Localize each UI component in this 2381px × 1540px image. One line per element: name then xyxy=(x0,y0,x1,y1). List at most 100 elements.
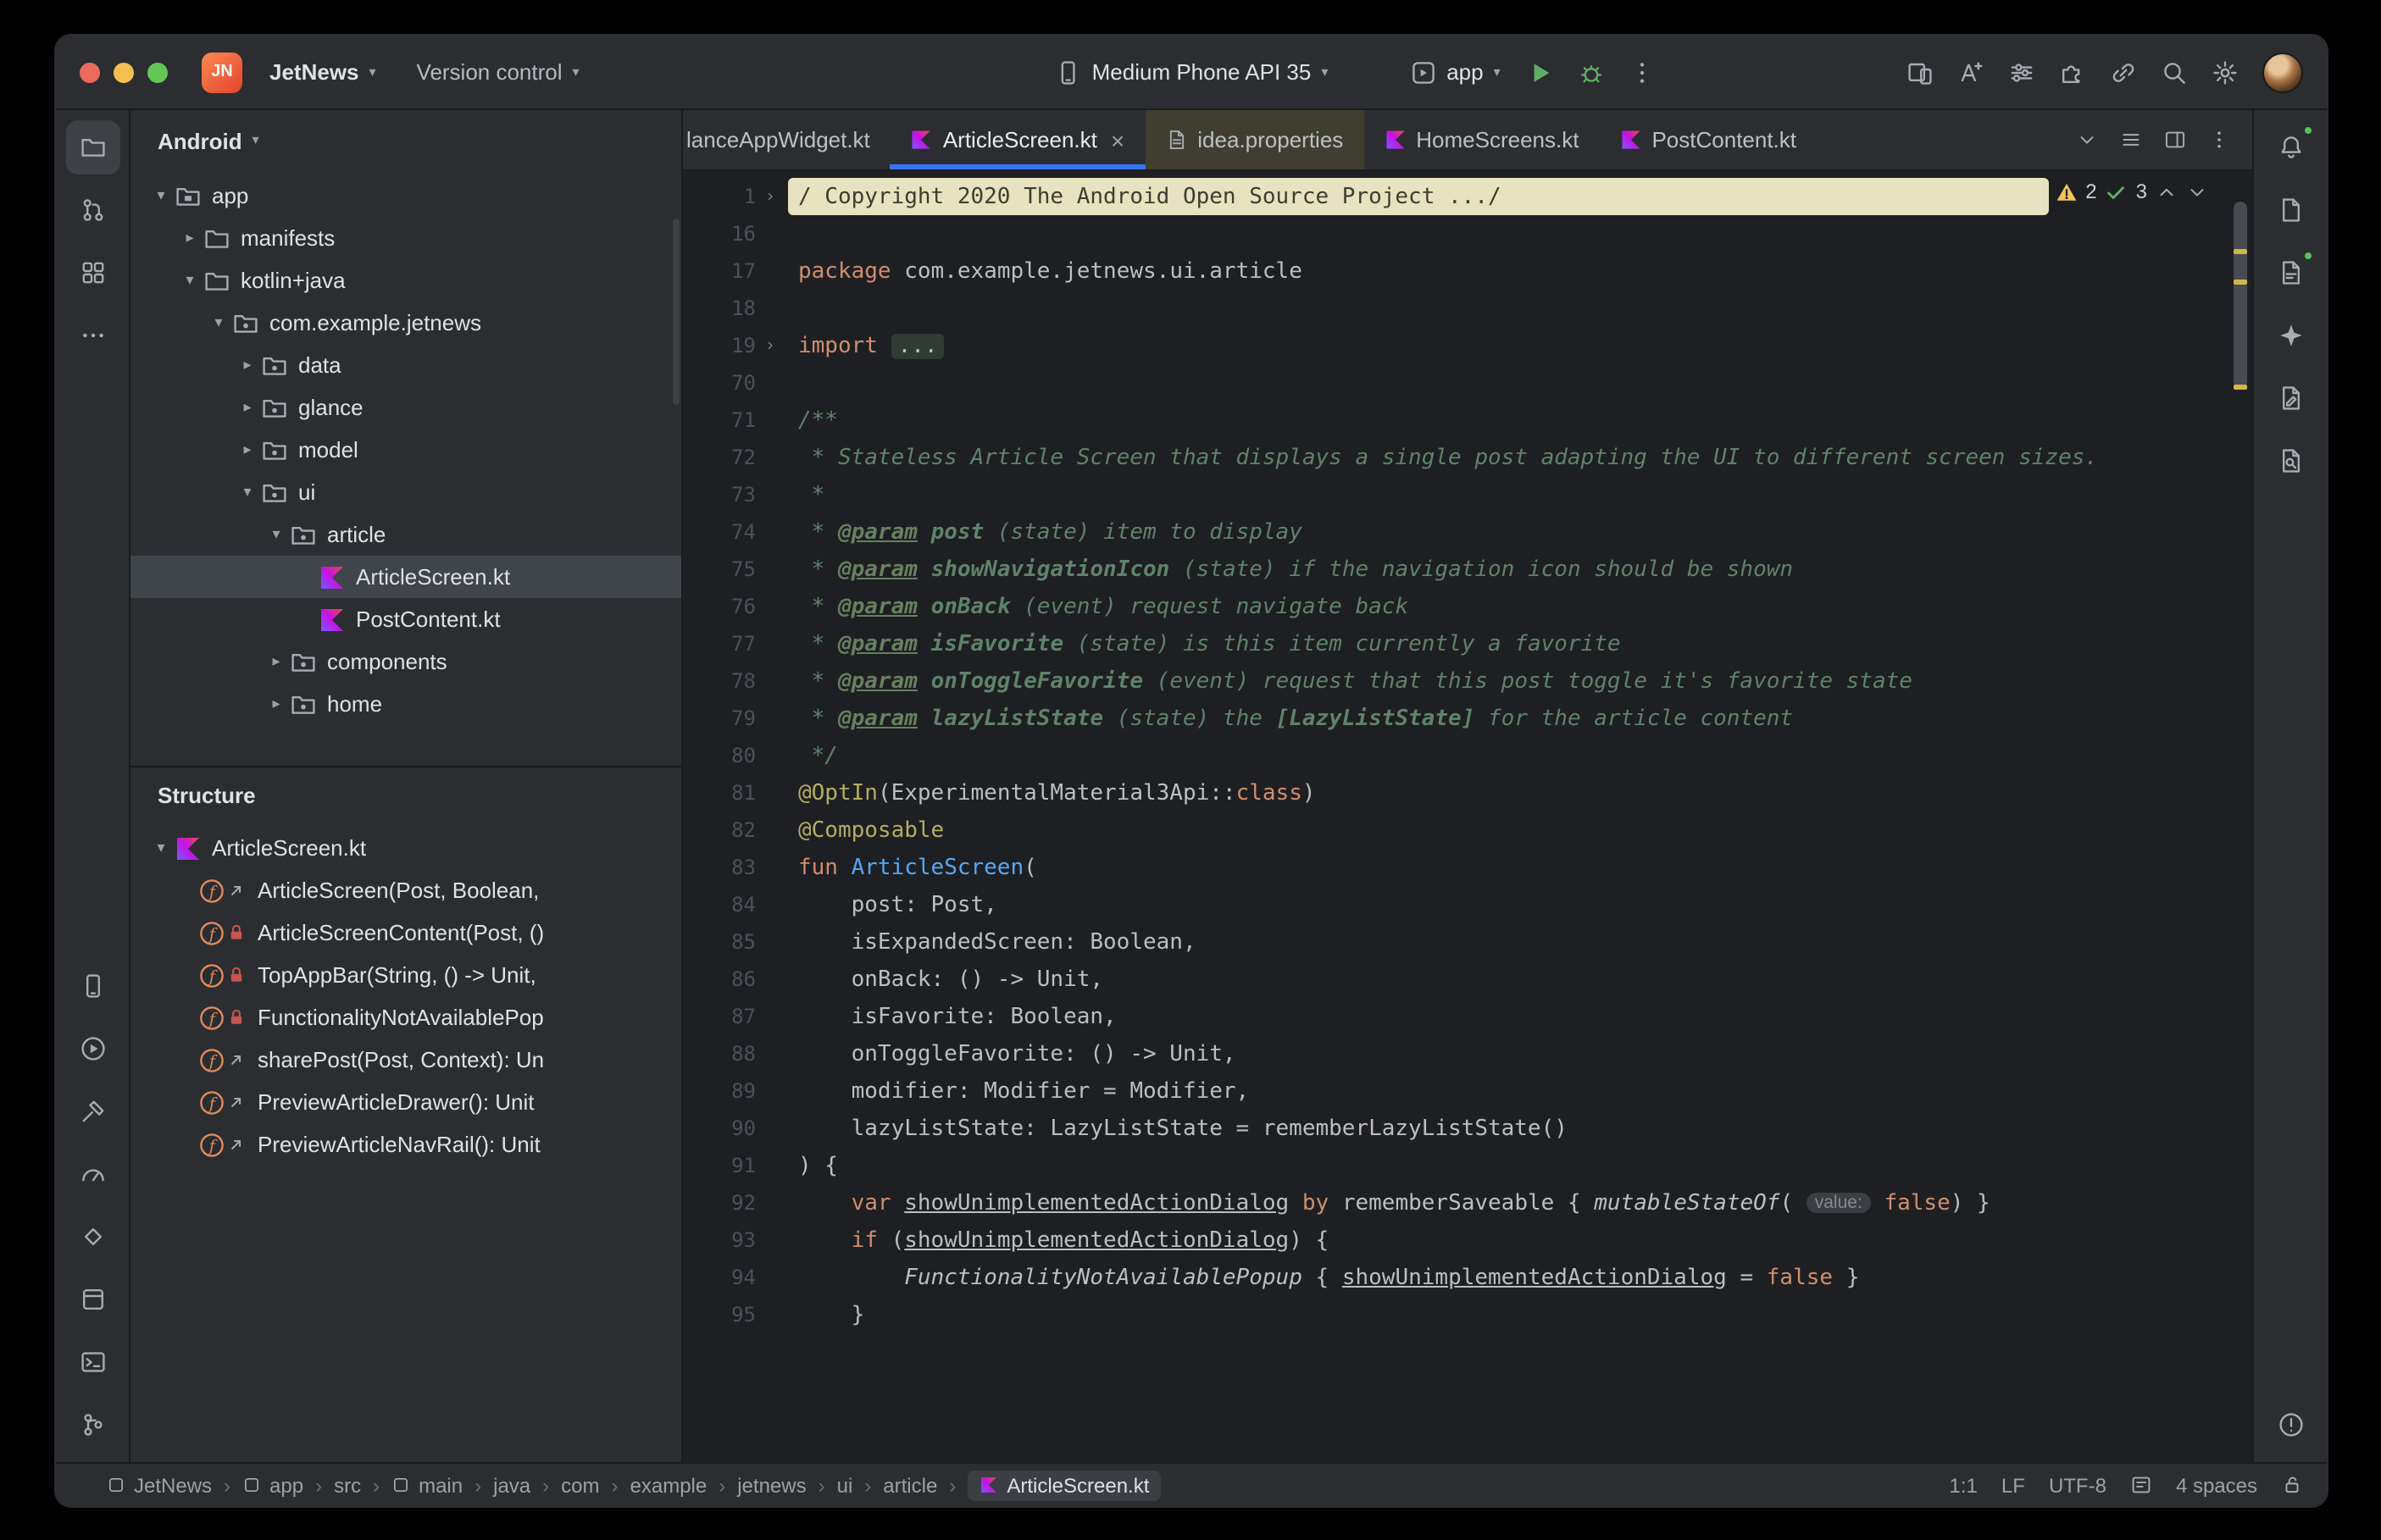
caret-position[interactable]: 1:1 xyxy=(1950,1473,1978,1497)
device-file-explorer-icon[interactable] xyxy=(2263,246,2317,300)
breadcrumb-item[interactable]: java xyxy=(493,1473,530,1497)
next-problem-icon[interactable] xyxy=(2186,180,2208,202)
gradle-icon[interactable] xyxy=(2263,183,2317,237)
editor-more-icon[interactable] xyxy=(2198,119,2239,160)
editor-tab[interactable]: ArticleScreen.kt × xyxy=(890,110,1146,169)
scrollbar-thumb[interactable] xyxy=(2234,202,2247,388)
breadcrumb-item[interactable]: src xyxy=(334,1473,361,1497)
breadcrumb-item[interactable]: JetNews xyxy=(107,1473,212,1497)
file-writable-icon[interactable] xyxy=(2281,1474,2303,1496)
project-widget[interactable]: JetNews ▾ xyxy=(256,53,390,91)
vcs-widget[interactable]: Version control ▾ xyxy=(403,53,593,91)
zoom-window-button[interactable] xyxy=(147,62,168,82)
problems-icon[interactable] xyxy=(2263,1398,2317,1452)
project-tree-item[interactable]: ▸ data xyxy=(130,344,681,386)
project-scrollbar[interactable] xyxy=(673,219,680,405)
structure-item[interactable]: f sharePost(Post, Context): Un xyxy=(130,1039,681,1081)
structure-item[interactable]: f PreviewArticleDrawer(): Unit xyxy=(130,1081,681,1123)
breadcrumb-item[interactable]: article xyxy=(883,1473,937,1497)
breadcrumb-item[interactable]: com xyxy=(561,1473,599,1497)
editor-tab[interactable]: idea.properties xyxy=(1145,110,1364,169)
app-quality-insights-icon[interactable] xyxy=(2263,434,2317,488)
project-view-selector[interactable]: Android ▾ xyxy=(130,110,681,171)
project-tree-item[interactable]: PostContent.kt xyxy=(130,598,681,640)
more-tool-windows-icon[interactable] xyxy=(65,308,119,363)
inspections-widget[interactable]: 2 3 xyxy=(2055,180,2208,203)
breadcrumb-item[interactable]: main xyxy=(391,1473,463,1497)
notifications-icon[interactable] xyxy=(2263,120,2317,174)
breadcrumb-item[interactable]: jetnews xyxy=(737,1473,806,1497)
breadcrumb-item[interactable]: ArticleScreen.kt xyxy=(968,1470,1162,1500)
gemini-icon[interactable] xyxy=(2263,308,2317,363)
device-manager-icon[interactable] xyxy=(65,959,119,1013)
plugins-icon[interactable] xyxy=(2049,48,2096,96)
close-window-button[interactable] xyxy=(80,62,100,82)
project-tree-item[interactable]: ▾ com.example.jetnews xyxy=(130,302,681,344)
search-icon[interactable] xyxy=(2151,48,2198,96)
pull-requests-icon[interactable] xyxy=(65,183,119,237)
build-icon[interactable] xyxy=(65,1084,119,1138)
project-tree-item[interactable]: ▸ manifests xyxy=(130,217,681,259)
tree-chevron-icon[interactable]: ▸ xyxy=(263,695,290,713)
breadcrumb-item[interactable]: ui xyxy=(837,1473,853,1497)
structure-item[interactable]: f PreviewArticleNavRail(): Unit xyxy=(130,1123,681,1166)
minimize-window-button[interactable] xyxy=(114,62,134,82)
project-tree-item[interactable]: ▸ components xyxy=(130,640,681,683)
code-editor[interactable]: 1 › / Copyright 2020 The Android Open Sour… xyxy=(683,171,2252,1462)
more-run-actions-button[interactable] xyxy=(1619,48,1667,96)
editor-tab[interactable]: PostContent.kt xyxy=(1599,110,1817,169)
editor-scrollbar[interactable] xyxy=(2232,174,2249,1459)
resource-manager-icon[interactable] xyxy=(65,246,119,300)
tree-chevron-icon[interactable]: ▾ xyxy=(234,483,261,501)
indentation-icon[interactable] xyxy=(2130,1474,2152,1496)
device-selector[interactable]: Medium Phone API 35 ▾ xyxy=(1041,52,1342,92)
structure-item[interactable]: f ArticleScreen(Post, Boolean, xyxy=(130,869,681,911)
close-tab-icon[interactable]: × xyxy=(1111,128,1124,152)
editor-options-icon[interactable] xyxy=(2110,119,2151,160)
structure-item[interactable]: f FunctionalityNotAvailablePop xyxy=(130,996,681,1039)
editor-tab[interactable]: HomeScreens.kt xyxy=(1363,110,1599,169)
tree-chevron-icon[interactable]: ▾ xyxy=(147,186,175,205)
app-inspection-icon[interactable] xyxy=(65,1210,119,1264)
project-tree-item[interactable]: ▾ ui xyxy=(130,471,681,513)
project-tree-item[interactable]: ▾ article xyxy=(130,513,681,556)
device-manager-icon[interactable] xyxy=(1896,48,1944,96)
indent-size[interactable]: 4 spaces xyxy=(2176,1473,2257,1497)
tree-chevron-icon[interactable]: ▸ xyxy=(234,398,261,417)
project-tool-icon[interactable] xyxy=(65,120,119,174)
project-tree-item[interactable]: ▸ model xyxy=(130,429,681,471)
tree-chevron-icon[interactable]: ▸ xyxy=(263,652,290,671)
tree-chevron-icon[interactable]: ▸ xyxy=(176,229,203,247)
run-config-selector[interactable]: app ▾ xyxy=(1396,52,1513,92)
split-editor-icon[interactable] xyxy=(2154,119,2195,160)
code-with-me-icon[interactable] xyxy=(2100,48,2147,96)
structure-item[interactable]: ▾ ArticleScreen.kt xyxy=(130,827,681,869)
editor-tab[interactable]: lanceAppWidget.kt xyxy=(683,110,891,169)
settings-icon[interactable] xyxy=(2201,48,2249,96)
fold-toggle-icon[interactable]: › xyxy=(761,187,780,206)
terminal-icon[interactable] xyxy=(65,1335,119,1389)
project-tree-item[interactable]: ▾ kotlin+java xyxy=(130,259,681,302)
breadcrumb-item[interactable]: app xyxy=(242,1473,303,1497)
project-tree-item[interactable]: ▸ home xyxy=(130,683,681,725)
tree-chevron-icon[interactable]: ▾ xyxy=(176,271,203,290)
services-icon[interactable] xyxy=(65,1022,119,1076)
structure-panel-header[interactable]: Structure xyxy=(130,766,681,823)
structure-item[interactable]: f ArticleScreenContent(Post, () xyxy=(130,911,681,954)
project-tree-item[interactable]: ▸ glance xyxy=(130,386,681,429)
debug-button[interactable] xyxy=(1568,48,1616,96)
code-assist-icon[interactable] xyxy=(1947,48,1995,96)
tree-chevron-icon[interactable]: ▾ xyxy=(263,525,290,544)
emulator-icon[interactable] xyxy=(65,1272,119,1327)
version-control-tool-icon[interactable] xyxy=(65,1398,119,1452)
breadcrumb-item[interactable]: example xyxy=(630,1473,708,1497)
logcat-icon[interactable] xyxy=(2263,371,2317,425)
project-tree-item[interactable]: ▾ app xyxy=(130,174,681,217)
structure-item[interactable]: f TopAppBar(String, () -> Unit, xyxy=(130,954,681,996)
line-separator[interactable]: LF xyxy=(2001,1473,2025,1497)
fold-toggle-icon[interactable]: › xyxy=(761,336,780,355)
profiler-icon[interactable] xyxy=(65,1147,119,1201)
previous-problem-icon[interactable] xyxy=(2156,180,2178,202)
file-encoding[interactable]: UTF-8 xyxy=(2049,1473,2106,1497)
tree-chevron-icon[interactable]: ▸ xyxy=(234,356,261,374)
